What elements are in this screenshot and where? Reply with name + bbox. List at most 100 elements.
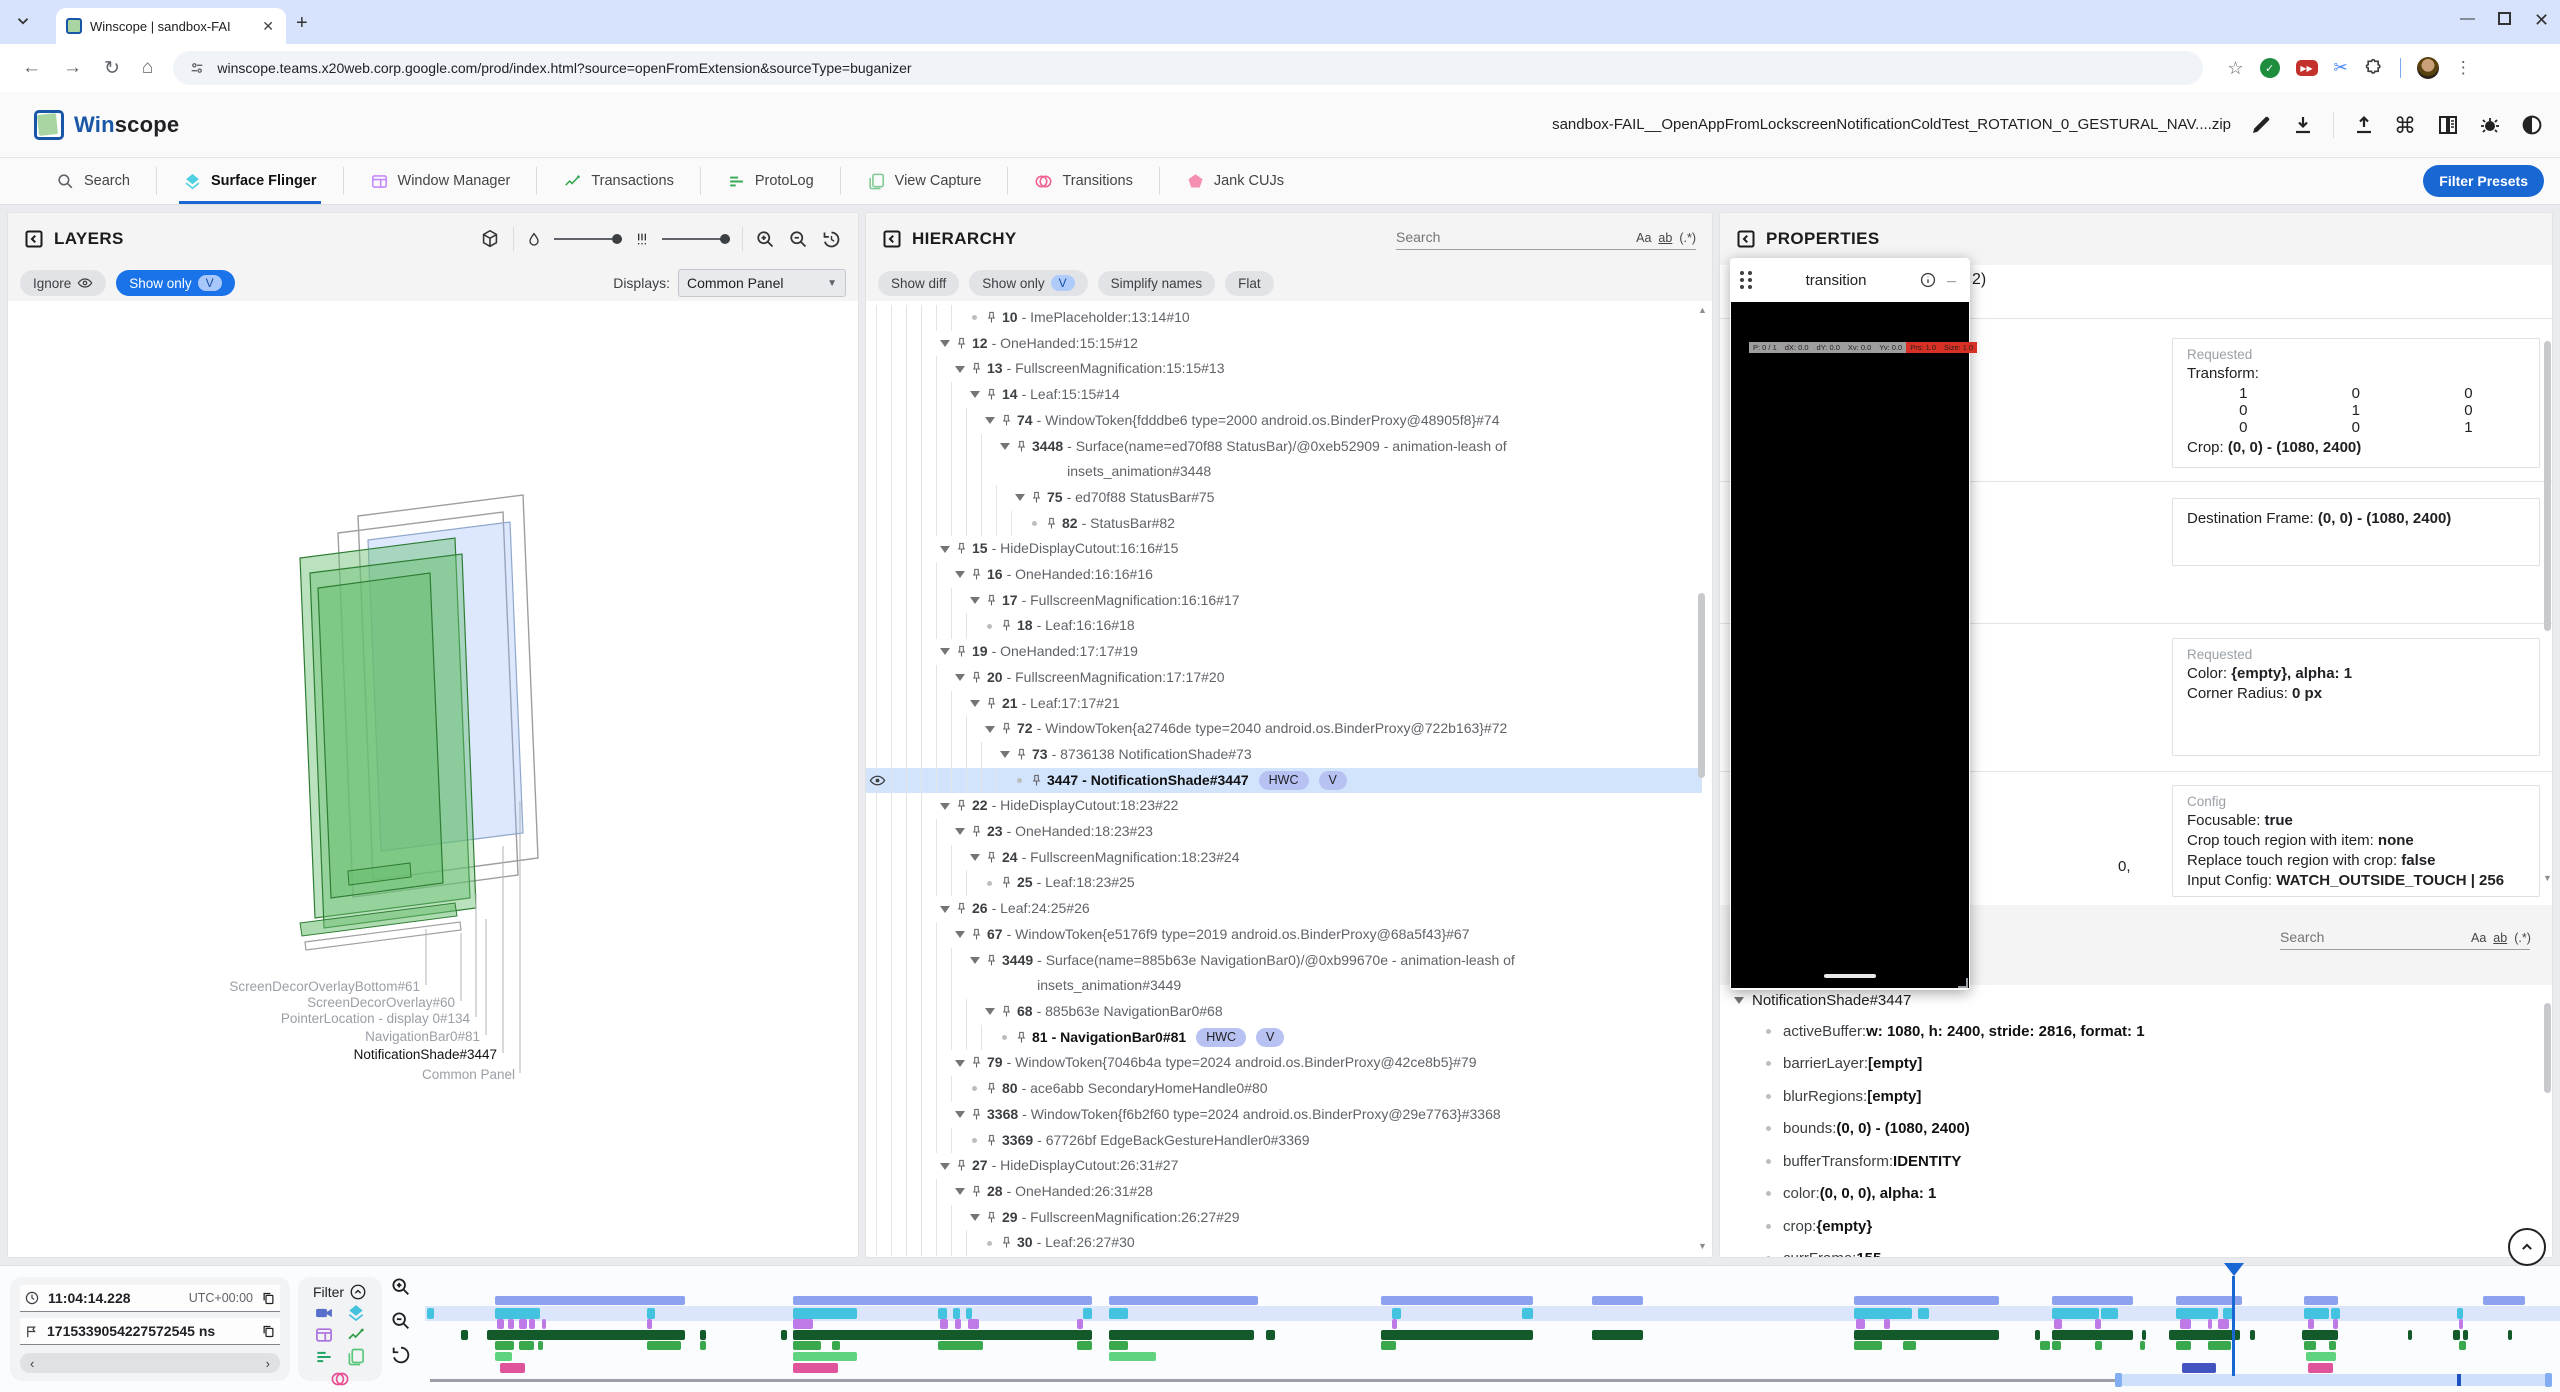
extension-media-icon[interactable]: ▶▶ bbox=[2296, 60, 2318, 76]
visibility-icon[interactable] bbox=[869, 772, 886, 789]
collapse-arrow-icon[interactable] bbox=[951, 1102, 968, 1128]
timeline-track-surface-flinger[interactable] bbox=[425, 1308, 2555, 1319]
chip-show-diff[interactable]: Show diff bbox=[878, 271, 959, 296]
trace-entry-bar[interactable] bbox=[647, 1308, 656, 1319]
trace-entry-bar[interactable] bbox=[1109, 1341, 1128, 1350]
shortcuts-icon[interactable]: ⌘ bbox=[2394, 113, 2418, 137]
edit-trace-icon[interactable] bbox=[2249, 113, 2273, 137]
tree-row[interactable]: 17- FullscreenMagnification:16:16#17 bbox=[866, 588, 1702, 614]
trace-entry-bar[interactable] bbox=[1856, 1319, 1865, 1329]
pin-icon[interactable] bbox=[954, 1158, 969, 1173]
filter-layers-icon[interactable] bbox=[346, 1303, 366, 1323]
collapse-arrow-icon[interactable] bbox=[951, 1050, 968, 1076]
resize-handle[interactable] bbox=[1958, 978, 1968, 988]
property-row[interactable]: crop: {empty} bbox=[1720, 1210, 2540, 1243]
pin-icon[interactable] bbox=[969, 824, 984, 839]
trace-entry-bar[interactable] bbox=[2302, 1330, 2338, 1340]
trace-entry-bar[interactable] bbox=[793, 1308, 857, 1319]
tree-row[interactable]: 3368- WindowToken{f6b2f60 type=2024 andr… bbox=[866, 1102, 1702, 1128]
collapse-panel-icon[interactable] bbox=[882, 229, 902, 249]
documentation-icon[interactable] bbox=[2436, 113, 2460, 137]
pin-icon[interactable] bbox=[984, 310, 999, 325]
3d-view-icon[interactable] bbox=[479, 228, 501, 250]
chip-flat[interactable]: Flat bbox=[1225, 271, 1274, 296]
trace-entry-bar[interactable] bbox=[2035, 1330, 2039, 1340]
trace-entry-bar[interactable] bbox=[2180, 1319, 2191, 1329]
tree-row[interactable]: 3369- 67726bf EdgeBackGestureHandler0#33… bbox=[866, 1128, 1702, 1154]
collapse-arrow-icon[interactable] bbox=[981, 408, 998, 434]
tree-row[interactable]: 3449- Surface(name=885b63e NavigationBar… bbox=[866, 948, 1702, 999]
property-row[interactable]: activeBuffer: w: 1080, h: 2400, stride: … bbox=[1720, 1015, 2540, 1048]
collapse-arrow-icon[interactable] bbox=[966, 1205, 983, 1231]
trace-entry-bar[interactable] bbox=[793, 1319, 812, 1329]
trace-entry-bar[interactable] bbox=[2052, 1341, 2061, 1350]
chip-show-only[interactable]: Show onlyV bbox=[969, 270, 1087, 296]
trace-entry-bar[interactable] bbox=[1854, 1308, 1912, 1319]
tree-row[interactable]: 26- Leaf:24:25#26 bbox=[866, 896, 1702, 922]
trace-entry-bar[interactable] bbox=[2040, 1341, 2051, 1350]
layer-label[interactable]: NotificationShade#3447 bbox=[354, 1047, 497, 1062]
copy-ns-icon[interactable] bbox=[261, 1324, 276, 1339]
expand-timeline-fab[interactable] bbox=[2508, 1228, 2546, 1266]
trace-entry-bar[interactable] bbox=[2095, 1319, 2101, 1329]
trace-entry-bar[interactable] bbox=[2054, 1319, 2061, 1329]
chip-simplify-names[interactable]: Simplify names bbox=[1098, 271, 1216, 296]
trace-entry-bar[interactable] bbox=[2095, 1341, 2102, 1350]
trace-entry-bar[interactable] bbox=[495, 1308, 540, 1319]
collapse-arrow-icon[interactable] bbox=[966, 691, 983, 717]
trace-entry-bar[interactable] bbox=[461, 1330, 467, 1340]
property-row[interactable]: bounds: (0, 0) - (1080, 2400) bbox=[1720, 1113, 2540, 1146]
download-trace-icon[interactable] bbox=[2291, 113, 2315, 137]
collapse-arrow-icon[interactable] bbox=[936, 331, 953, 357]
trace-entry-bar[interactable] bbox=[1854, 1296, 1999, 1305]
timeline-cursor-head[interactable] bbox=[2224, 1263, 2244, 1276]
collapse-arrow-icon[interactable] bbox=[966, 845, 983, 871]
properties-search[interactable]: Aaab(.*) bbox=[2280, 929, 2530, 950]
extension-check-icon[interactable]: ✓ bbox=[2260, 58, 2280, 78]
match-word-icon[interactable]: ab bbox=[1658, 231, 1672, 245]
tree-row[interactable]: 19- OneHanded:17:17#19 bbox=[866, 639, 1702, 665]
pin-icon[interactable] bbox=[999, 413, 1014, 428]
trace-entry-bar[interactable] bbox=[495, 1352, 512, 1361]
layer-label[interactable]: Common Panel bbox=[422, 1067, 515, 1082]
trace-entry-bar[interactable] bbox=[793, 1352, 857, 1361]
pin-icon[interactable] bbox=[1014, 439, 1029, 454]
trace-entry-bar[interactable] bbox=[2304, 1341, 2317, 1350]
forward-icon[interactable]: → bbox=[63, 57, 82, 79]
show-only-chip[interactable]: Show onlyV bbox=[116, 270, 234, 296]
trace-entry-bar[interactable] bbox=[2169, 1330, 2239, 1340]
tree-row[interactable]: 23- OneHanded:18:23#23 bbox=[866, 819, 1702, 845]
pin-icon[interactable] bbox=[984, 696, 999, 711]
zoom-in-icon[interactable] bbox=[755, 229, 776, 250]
window-close-button[interactable]: ✕ bbox=[2534, 10, 2549, 31]
trace-entry-bar[interactable] bbox=[2101, 1308, 2118, 1319]
trace-entry-bar[interactable] bbox=[2331, 1308, 2340, 1319]
tree-row[interactable]: 80- ace6abb SecondaryHomeHandle0#80 bbox=[866, 1076, 1702, 1102]
filter-transitions-icon[interactable] bbox=[330, 1369, 350, 1389]
trace-entry-bar[interactable] bbox=[2304, 1296, 2338, 1305]
new-tab-button[interactable]: + bbox=[296, 12, 308, 35]
trace-entry-bar[interactable] bbox=[1083, 1308, 1092, 1319]
timeline-track-jank-cujs[interactable] bbox=[425, 1363, 2555, 1373]
trace-entry-bar[interactable] bbox=[1109, 1330, 1254, 1340]
trace-entry-bar[interactable] bbox=[940, 1319, 947, 1329]
collapse-arrow-icon[interactable] bbox=[936, 793, 953, 819]
trace-entry-bar[interactable] bbox=[2457, 1308, 2463, 1319]
trace-entry-bar[interactable] bbox=[1381, 1296, 1532, 1305]
layer-label[interactable]: NavigationBar0#81 bbox=[365, 1029, 480, 1044]
transition-preview-window[interactable]: transition _ P: 0 / 1dX: 0.0dY: 0.0Xv: 0… bbox=[1730, 258, 1970, 990]
pin-icon[interactable] bbox=[969, 670, 984, 685]
trace-entry-bar[interactable] bbox=[2408, 1330, 2412, 1340]
trace-entry-bar[interactable] bbox=[1381, 1330, 1532, 1340]
frame-step-bar[interactable]: ‹› bbox=[20, 1353, 280, 1373]
site-settings-icon[interactable] bbox=[189, 60, 205, 76]
trace-entry-bar[interactable] bbox=[1109, 1308, 1128, 1319]
pin-icon[interactable] bbox=[984, 850, 999, 865]
scroll-up-arrow[interactable]: ▲ bbox=[1698, 305, 1707, 315]
trace-entry-bar[interactable] bbox=[1854, 1330, 1999, 1340]
trace-entry-bar[interactable] bbox=[953, 1308, 959, 1319]
collapse-arrow-icon[interactable] bbox=[936, 896, 953, 922]
collapse-arrow-icon[interactable] bbox=[951, 562, 968, 588]
pin-icon[interactable] bbox=[984, 387, 999, 402]
tab-surface-flinger[interactable]: Surface Flinger bbox=[157, 158, 343, 204]
